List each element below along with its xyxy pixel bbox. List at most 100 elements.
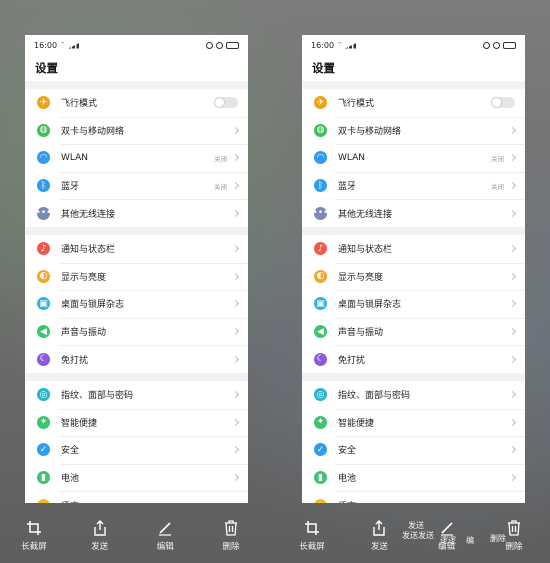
chevron-right-icon xyxy=(508,328,517,336)
settings-row[interactable]: ◍ 双卡与移动网络 xyxy=(302,116,525,145)
language-icon: ▬ xyxy=(37,498,50,503)
settings-row[interactable]: ▬ 语言 xyxy=(302,491,525,503)
crop-button[interactable]: 长截屏 xyxy=(288,520,336,556)
group-divider xyxy=(302,226,525,235)
settings-row-label: 声音与振动 xyxy=(61,328,107,339)
bell-icon: ♪ xyxy=(37,242,50,256)
status-bar: 16:00 ′′ xyxy=(302,35,525,55)
airplane-mode-toggle[interactable] xyxy=(491,97,515,109)
settings-row[interactable]: ◐ 显示与亮度 xyxy=(25,262,248,291)
settings-row[interactable]: ▮ 电池 xyxy=(25,463,248,492)
speaker-icon: ◀ xyxy=(314,325,327,339)
settings-row[interactable]: ✈ 飞行模式 xyxy=(25,89,248,117)
chevron-right-icon xyxy=(508,473,517,482)
more-icon: ••• xyxy=(35,206,52,220)
chevron-right-icon xyxy=(508,245,517,253)
settings-row[interactable]: ♪ 通知与状态栏 xyxy=(25,235,248,263)
status-bar: 16:00 ′′ xyxy=(25,35,248,55)
settings-row-label: 安全 xyxy=(61,446,80,457)
pen-button[interactable]: 编辑 xyxy=(141,520,189,556)
signal-text: ′′ xyxy=(61,41,65,49)
group-divider xyxy=(25,81,248,89)
globe-icon: ◍ xyxy=(37,123,50,137)
settings-row-label: 免打扰 xyxy=(338,355,366,366)
settings-row[interactable]: ▬ 语言 xyxy=(25,491,248,503)
settings-row[interactable]: ♪ 通知与状态栏 xyxy=(302,235,525,263)
screenshot-toolbar-left: 长截屏 发送 编辑 删除 xyxy=(10,520,255,556)
crop-icon xyxy=(304,520,320,536)
settings-row-label: 智能便捷 xyxy=(61,418,98,429)
group-divider xyxy=(25,372,248,381)
settings-row-label: 通知与状态栏 xyxy=(338,245,393,256)
chevron-right-icon xyxy=(508,391,517,399)
settings-row-label: 免打扰 xyxy=(61,355,89,366)
speaker-icon: ◀ xyxy=(37,325,50,339)
trash-icon xyxy=(506,520,522,536)
signal-icon xyxy=(68,42,82,49)
settings-row[interactable]: ▣ 桌面与锁屏杂志 xyxy=(25,290,248,318)
settings-row[interactable]: ✓ 安全 xyxy=(302,436,525,464)
settings-row[interactable]: ᛒ 蓝牙 关闭 xyxy=(302,171,525,200)
settings-row-label: WLAN xyxy=(61,152,89,163)
settings-row[interactable]: ▮ 电池 xyxy=(302,463,525,492)
settings-row[interactable]: ▣ 桌面与锁屏杂志 xyxy=(302,290,525,318)
share-button[interactable]: 发送 xyxy=(355,520,403,556)
wifi-icon: ◠ xyxy=(314,151,327,165)
settings-row[interactable]: ✈ 飞行模式 xyxy=(302,89,525,117)
group-divider xyxy=(302,81,525,89)
settings-row[interactable]: ◐ 显示与亮度 xyxy=(302,262,525,291)
bluetooth-icon: ᛒ xyxy=(314,179,327,193)
chevron-right-icon xyxy=(508,126,517,134)
settings-row[interactable]: ◀ 声音与振动 xyxy=(302,317,525,346)
settings-row[interactable]: ◎ 指纹、面部与密码 xyxy=(302,381,525,409)
toolbar-button-label: 编辑 xyxy=(156,542,174,552)
group-divider xyxy=(302,372,525,381)
settings-row[interactable]: ✓ 安全 xyxy=(25,436,248,464)
settings-row-label: 蓝牙 xyxy=(338,182,357,193)
settings-row[interactable]: ◎ 指纹、面部与密码 xyxy=(25,381,248,409)
settings-row[interactable]: ◍ 双卡与移动网络 xyxy=(25,116,248,145)
settings-row[interactable]: ☾ 免打扰 xyxy=(302,345,525,373)
airplane-mode-toggle[interactable] xyxy=(214,97,238,109)
settings-row[interactable]: ☾ 免打扰 xyxy=(25,345,248,373)
chevron-right-icon xyxy=(508,272,517,280)
settings-row-label: 双卡与移动网络 xyxy=(338,126,402,137)
moon-icon: ☾ xyxy=(37,352,50,366)
battery-icon: ▮ xyxy=(37,471,50,485)
settings-row[interactable]: ◠ WLAN 关闭 xyxy=(302,144,525,172)
crop-button[interactable]: 长截屏 xyxy=(10,520,58,556)
trash-icon xyxy=(223,520,239,536)
chevron-right-icon xyxy=(508,446,517,454)
settings-row[interactable]: ✦ 智能便捷 xyxy=(302,408,525,437)
alarm-icon xyxy=(493,41,500,49)
settings-row[interactable]: ••• 其他无线连接 xyxy=(25,199,248,227)
battery-status-icon xyxy=(226,41,239,49)
settings-row[interactable]: ◠ WLAN 关闭 xyxy=(25,144,248,172)
airplane-icon: ✈ xyxy=(314,96,327,110)
settings-row-value: 关闭 xyxy=(491,154,504,163)
smart-icon: ✦ xyxy=(37,415,50,429)
eye-icon xyxy=(206,41,213,49)
brightness-icon: ◐ xyxy=(37,269,50,283)
settings-row[interactable]: ✦ 智能便捷 xyxy=(25,408,248,437)
settings-row-label: 其他无线连接 xyxy=(338,209,393,220)
shield-icon: ✓ xyxy=(37,443,50,457)
toolbar-button-label: 长截屏 xyxy=(299,542,325,552)
fingerprint-icon: ◎ xyxy=(37,388,50,402)
settings-row[interactable]: ◀ 声音与振动 xyxy=(25,317,248,346)
chevron-right-icon xyxy=(231,126,240,134)
settings-row-label: WLAN xyxy=(338,152,366,163)
settings-row-label: 电池 xyxy=(61,474,80,485)
alarm-icon xyxy=(216,41,223,49)
chevron-right-icon xyxy=(231,245,240,253)
chevron-right-icon xyxy=(508,182,517,190)
airplane-icon: ✈ xyxy=(37,96,50,110)
chevron-right-icon xyxy=(231,154,240,162)
settings-row[interactable]: ••• 其他无线连接 xyxy=(302,199,525,227)
settings-row[interactable]: ᛒ 蓝牙 关闭 xyxy=(25,171,248,200)
smart-icon: ✦ xyxy=(314,415,327,429)
share-button[interactable]: 发送 xyxy=(76,520,124,556)
settings-row-value: 关闭 xyxy=(491,182,504,191)
trash-button[interactable]: 删除 xyxy=(207,520,255,556)
settings-row-label: 桌面与锁屏杂志 xyxy=(338,300,402,311)
